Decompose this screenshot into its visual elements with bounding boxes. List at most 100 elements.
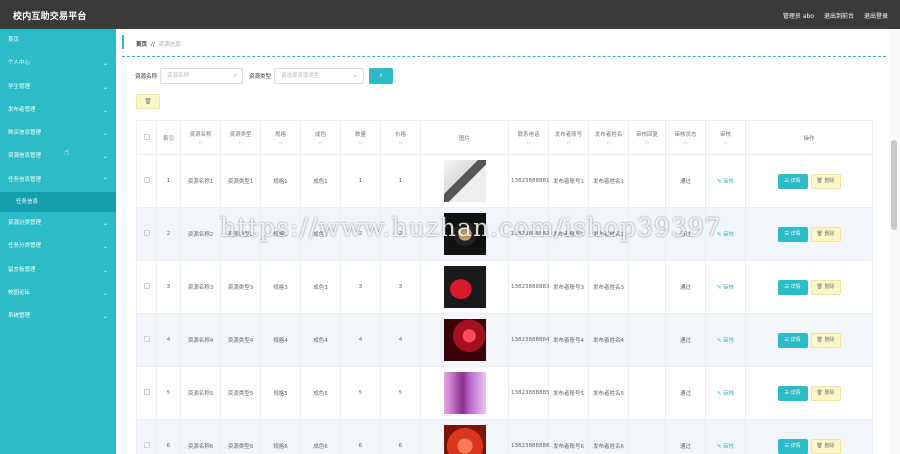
delete-button[interactable]: 🗑 删除 — [810, 173, 841, 189]
audit-reply-cell — [628, 313, 666, 367]
column-header: 审核回复 ◇ — [628, 120, 666, 155]
resource-type-select[interactable]: 请选择资源类型 ⌄ — [274, 68, 365, 84]
sort-icon[interactable]: ◇ — [591, 140, 626, 146]
row-checkbox-cell[interactable] — [136, 313, 157, 367]
sidebar-item-0[interactable]: 首页 — [0, 29, 116, 52]
audit-status-cell: 通过 — [665, 313, 706, 367]
audit-reply-cell — [628, 154, 666, 208]
table-row[interactable]: 1 资源名称1 资源类型1 规格1 成色1 1 1 13823888881 发布者账号1 发布者姓… — [136, 154, 873, 208]
table-row[interactable]: 6 资源名称6 资源类型6 规格6 成色6 6 6 13823888886 发布者账号6 发布者姓… — [136, 419, 873, 454]
row-checkbox[interactable] — [143, 283, 150, 289]
detail-button[interactable]: ☰ 详情 — [777, 438, 808, 454]
sidebar-item-4[interactable]: 购买信息管理 ⌄ — [0, 122, 116, 145]
breadcrumb: 首页 //资源信息 — [122, 33, 886, 57]
chevron-down-icon: ⌄ — [102, 289, 108, 297]
audit-link[interactable]: ✎ 审核 — [717, 179, 734, 185]
detail-button[interactable]: ☰ 详情 — [777, 385, 808, 401]
row-checkbox-cell[interactable] — [136, 419, 157, 454]
delete-button[interactable]: 🗑 删除 — [810, 385, 841, 401]
audit-status-cell: 通过 — [665, 366, 706, 420]
sidebar-item-after-2[interactable]: 留言板管理 ⌄ — [0, 259, 116, 282]
image-cell — [420, 419, 509, 454]
sidebar-item-3[interactable]: 发布者管理 ⌄ — [0, 99, 116, 122]
sort-icon[interactable]: ◇ — [343, 140, 378, 146]
row-checkbox[interactable] — [143, 389, 150, 395]
sidebar-item-after-3[interactable]: 校园论坛 ⌄ — [0, 282, 116, 305]
index-cell: 3 — [156, 260, 181, 314]
table-row[interactable]: 3 资源名称3 资源类型3 规格3 成色3 3 3 13823888883 发布者账号3 发布者姓… — [136, 260, 873, 314]
sort-icon[interactable]: ◇ — [668, 140, 703, 146]
audit-link[interactable]: ✎ 审核 — [717, 444, 734, 450]
actions-cell: ☰ 详情 🗑 删除 — [745, 207, 873, 261]
quantity-cell: 3 — [340, 260, 381, 314]
row-checkbox-cell[interactable] — [136, 207, 157, 261]
sidebar-item-after-4[interactable]: 系统管理 ⌄ — [0, 305, 116, 328]
audit-link[interactable]: ✎ 审核 — [717, 285, 734, 291]
detail-button[interactable]: ☰ 详情 — [777, 279, 808, 295]
detail-button[interactable]: ☰ 详情 — [777, 226, 808, 242]
resource-name-label: 资源名称 — [135, 74, 158, 80]
sort-icon[interactable]: ◇ — [708, 140, 743, 146]
header-actions: 管理员 abo 退出到前台 退出登录 — [783, 11, 888, 20]
select-all-checkbox[interactable] — [143, 133, 150, 140]
image-cell — [420, 154, 509, 208]
row-checkbox[interactable] — [143, 177, 150, 183]
column-header-label: 联系电话 — [517, 131, 540, 138]
search-icon: ⌕ — [233, 72, 238, 79]
row-checkbox[interactable] — [143, 230, 150, 236]
page-scrollbar[interactable] — [889, 29, 900, 454]
sidebar-item-after-0[interactable]: 资源分类管理 ⌄ — [0, 212, 116, 235]
sort-icon[interactable]: ◇ — [303, 140, 338, 146]
condition-cell: 成色6 — [300, 419, 341, 454]
exit-front-link[interactable]: 退出到前台 — [824, 11, 854, 20]
sort-icon[interactable]: ◇ — [511, 140, 546, 146]
audit-cell: ✎ 审核 — [705, 154, 746, 208]
sort-icon[interactable]: ◇ — [551, 140, 586, 146]
detail-button[interactable]: ☰ 详情 — [777, 332, 808, 348]
resource-name-input[interactable]: 资源名称 ⌕ — [160, 68, 244, 84]
sort-icon[interactable]: ◇ — [631, 140, 663, 146]
sidebar-subitem-task-info[interactable]: 任务信息 — [0, 192, 116, 213]
condition-cell: 成色5 — [300, 366, 341, 420]
audit-reply-cell — [628, 419, 666, 454]
publisher-name-cell: 发布者姓名6 — [588, 419, 629, 454]
sidebar-item-after-1[interactable]: 任务分类管理 ⌄ — [0, 235, 116, 258]
batch-delete-button[interactable]: 🗑 — [136, 94, 160, 109]
column-header: 审核状态 ◇ — [665, 120, 706, 155]
trash-icon: 🗑 — [144, 98, 152, 105]
column-header[interactable] — [136, 120, 157, 155]
column-header: 操作 — [745, 120, 873, 155]
resource-type-label: 资源类型 — [249, 74, 272, 80]
delete-button[interactable]: 🗑 删除 — [810, 279, 841, 295]
book-image — [443, 160, 486, 202]
detail-button[interactable]: ☰ 详情 — [777, 173, 808, 189]
sort-icon[interactable]: ◇ — [383, 140, 418, 146]
row-checkbox-cell[interactable] — [136, 366, 157, 420]
chevron-down-icon: ⌄ — [102, 60, 108, 68]
actions-cell: ☰ 详情 🗑 删除 — [745, 366, 873, 420]
row-checkbox-cell[interactable] — [136, 260, 157, 314]
audit-link[interactable]: ✎ 审核 — [717, 338, 734, 344]
breadcrumb-home[interactable]: 首页 — [136, 42, 147, 48]
delete-button[interactable]: 🗑 删除 — [810, 438, 841, 454]
sidebar-item-6[interactable]: 任务信息管理 ⌃ — [0, 169, 116, 192]
table-row[interactable]: 4 资源名称4 资源类型4 规格4 成色4 4 4 13823888884 发布者账号4 发布者姓… — [136, 313, 873, 367]
logout-link[interactable]: 退出登录 — [864, 11, 888, 20]
breadcrumb-current: 资源信息 — [158, 42, 181, 48]
search-button[interactable]: ⌕ — [369, 68, 394, 84]
row-checkbox[interactable] — [143, 442, 150, 448]
audit-link[interactable]: ✎ 审核 — [717, 391, 734, 397]
row-checkbox-cell[interactable] — [136, 154, 157, 208]
sidebar-item-1[interactable]: 个人中心 ⌄ — [0, 52, 116, 75]
row-checkbox[interactable] — [143, 336, 150, 342]
chevron-down-icon: ⌄ — [102, 313, 108, 321]
sort-icon[interactable]: ◇ — [263, 140, 298, 146]
delete-button[interactable]: 🗑 删除 — [810, 332, 841, 348]
sort-icon[interactable]: ◇ — [183, 140, 218, 146]
scrollbar-thumb[interactable] — [891, 140, 897, 230]
table-row[interactable]: 5 资源名称5 资源类型5 规格5 成色5 5 5 13823888885 发布者账号5 发布者姓… — [136, 366, 873, 420]
sidebar-item-5[interactable]: 资源信息管理 ⌄ — [0, 145, 116, 168]
delete-button[interactable]: 🗑 删除 — [810, 226, 841, 242]
sort-icon[interactable]: ◇ — [223, 140, 258, 146]
sidebar-item-2[interactable]: 学生管理 ⌄ — [0, 76, 116, 99]
